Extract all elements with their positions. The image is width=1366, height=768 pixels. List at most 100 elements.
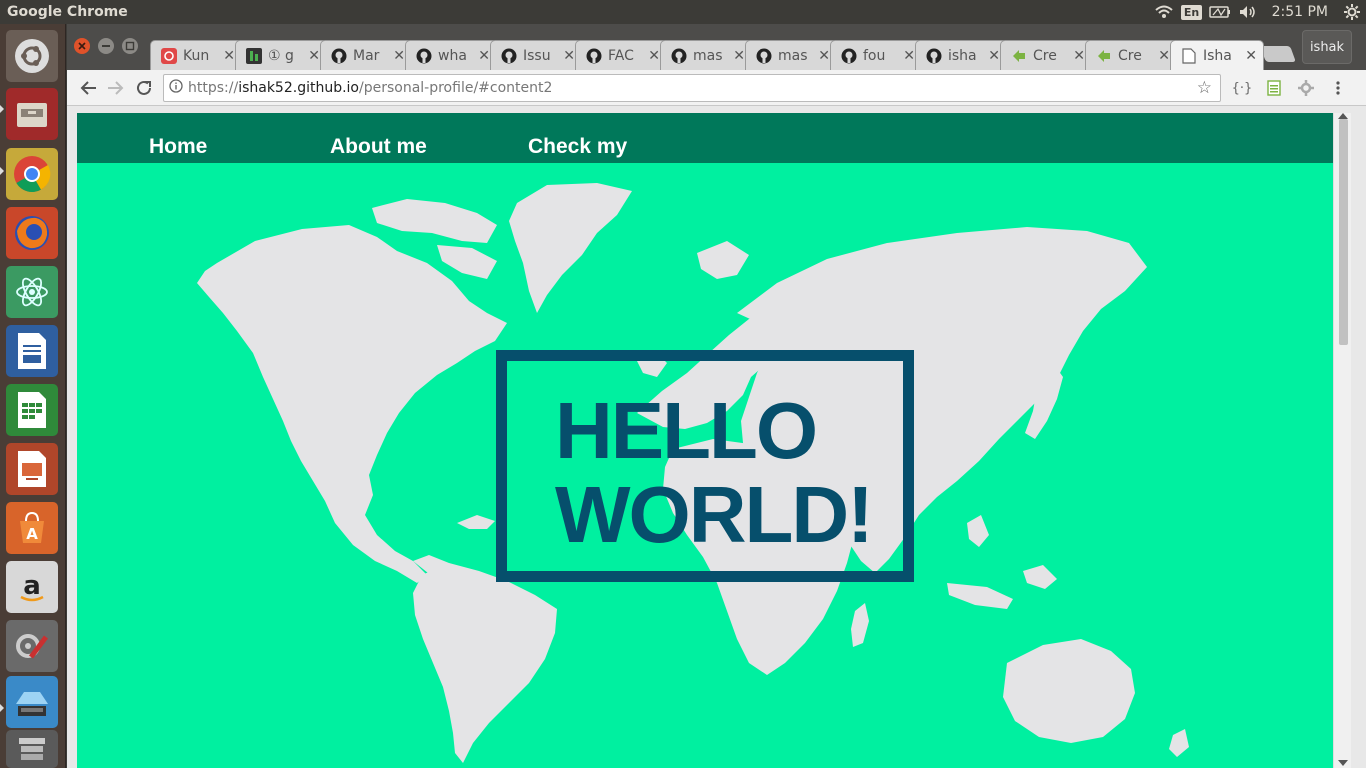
running-indicator — [0, 704, 4, 712]
clock[interactable]: 2:51 PM — [1262, 4, 1338, 20]
settings-extension-icon[interactable] — [1295, 78, 1317, 98]
document-icon — [1181, 47, 1197, 64]
browser-tab[interactable]: wha ✕ — [405, 40, 497, 70]
nav-link-home[interactable]: Home — [149, 135, 207, 159]
green-arrow-icon — [1011, 48, 1027, 64]
tab-close-icon[interactable]: ✕ — [903, 48, 915, 64]
tab-close-icon[interactable]: ✕ — [988, 48, 1000, 64]
back-arrow-icon[interactable] — [76, 76, 100, 100]
green-square-icon — [246, 47, 262, 64]
tab-label: fou — [863, 47, 886, 64]
browser-tab[interactable]: Cre ✕ — [1085, 40, 1177, 70]
chrome-icon[interactable] — [6, 148, 58, 200]
tab-close-icon[interactable]: ✕ — [308, 48, 320, 64]
system-settings-icon[interactable] — [6, 620, 58, 672]
browser-tab[interactable]: fou ✕ — [830, 40, 922, 70]
nav-link-check-my[interactable]: Check my — [528, 135, 627, 159]
amazon-icon[interactable]: a — [6, 561, 58, 613]
json-formatter-extension-icon[interactable]: {·} — [1231, 78, 1253, 98]
tab-close-icon[interactable]: ✕ — [478, 48, 490, 64]
system-top-panel: Google Chrome En 2:51 PM — [0, 0, 1366, 24]
active-app-title: Google Chrome — [7, 4, 128, 20]
wifi-icon[interactable] — [1150, 0, 1178, 24]
firefox-icon[interactable] — [6, 207, 58, 259]
nav-link-about-me[interactable]: About me — [330, 135, 427, 159]
github-icon — [416, 48, 432, 64]
libreoffice-impress-icon[interactable] — [6, 443, 58, 495]
keyboard-language-label: En — [1180, 4, 1203, 20]
tab-label: Mar — [353, 47, 380, 64]
browser-tab[interactable]: mas ✕ — [745, 40, 837, 70]
url-host: ishak52.github.io — [238, 80, 359, 96]
tab-label: FAC — [608, 47, 634, 64]
tab-label: ① g — [268, 47, 294, 64]
browser-tab[interactable]: mas ✕ — [660, 40, 752, 70]
tab-label: mas — [778, 47, 808, 64]
ubuntu-dash-icon[interactable] — [6, 30, 58, 82]
battery-icon[interactable] — [1206, 0, 1234, 24]
tab-close-icon[interactable]: ✕ — [648, 48, 660, 64]
tab-close-icon[interactable]: ✕ — [1073, 48, 1085, 64]
browser-tab[interactable]: isha ✕ — [915, 40, 1007, 70]
browser-toolbar: https://ishak52.github.io/personal-profi… — [67, 70, 1366, 106]
address-bar[interactable]: https://ishak52.github.io/personal-profi… — [163, 74, 1221, 102]
github-icon — [756, 48, 772, 64]
sheet-extension-icon[interactable] — [1263, 78, 1285, 98]
libreoffice-calc-icon[interactable] — [6, 384, 58, 436]
github-icon — [841, 48, 857, 64]
workspace-switcher-icon[interactable] — [6, 676, 58, 728]
browser-tab[interactable]: Cre ✕ — [1000, 40, 1092, 70]
tab-close-icon[interactable]: ✕ — [393, 48, 405, 64]
tab-label: Cre — [1033, 47, 1057, 64]
tab-close-icon[interactable]: ✕ — [1245, 48, 1257, 64]
volume-icon[interactable] — [1234, 0, 1262, 24]
atom-icon[interactable] — [6, 266, 58, 318]
trash-icon[interactable] — [6, 730, 58, 768]
hero-heading: HELLO WORLD! — [555, 386, 874, 559]
github-icon — [501, 48, 517, 64]
keyboard-language-indicator[interactable]: En — [1178, 0, 1206, 24]
tab-strip: Kun ✕ ① g ✕ Mar ✕ wha ✕ Issu ✕ FAC ✕ mas… — [67, 24, 1366, 70]
browser-tab[interactable]: ① g ✕ — [235, 40, 327, 70]
chrome-window: Kun ✕ ① g ✕ Mar ✕ wha ✕ Issu ✕ FAC ✕ mas… — [67, 24, 1366, 768]
tab-label: Cre — [1118, 47, 1142, 64]
tab-label: Issu — [523, 47, 551, 64]
system-menu-gear-icon[interactable] — [1338, 0, 1366, 24]
files-icon[interactable] — [6, 88, 58, 140]
browser-tab-active[interactable]: Isha ✕ — [1170, 40, 1264, 70]
tab-label: Kun — [183, 47, 210, 64]
browser-tab[interactable]: Issu ✕ — [490, 40, 582, 70]
github-icon — [926, 48, 942, 64]
site-info-icon[interactable] — [164, 79, 188, 97]
page-scrollbar[interactable] — [1333, 113, 1351, 768]
chrome-menu-icon[interactable] — [1327, 78, 1349, 98]
reload-icon[interactable] — [132, 76, 156, 100]
tab-close-icon[interactable]: ✕ — [733, 48, 745, 64]
close-window-button[interactable] — [74, 38, 90, 54]
forward-arrow-icon[interactable] — [104, 76, 128, 100]
launcher: A a — [0, 24, 66, 768]
bookmark-star-icon[interactable]: ☆ — [1197, 78, 1220, 98]
browser-tab[interactable]: Mar ✕ — [320, 40, 412, 70]
scroll-down-arrow-icon[interactable] — [1338, 760, 1348, 766]
tab-label: isha — [948, 47, 977, 64]
browser-tab[interactable]: Kun ✕ — [150, 40, 242, 70]
maximize-window-button[interactable] — [122, 38, 138, 54]
profile-button[interactable]: ishak — [1302, 30, 1352, 64]
browser-tab[interactable]: FAC ✕ — [575, 40, 667, 70]
new-tab-button[interactable] — [1260, 46, 1296, 62]
libreoffice-writer-icon[interactable] — [6, 325, 58, 377]
tab-close-icon[interactable]: ✕ — [818, 48, 830, 64]
scrollbar-thumb[interactable] — [1339, 119, 1348, 345]
tab-close-icon[interactable]: ✕ — [563, 48, 575, 64]
green-arrow-icon — [1096, 48, 1112, 64]
tab-label: Isha — [1203, 47, 1232, 64]
svg-text:a: a — [23, 571, 41, 601]
svg-text:A: A — [26, 525, 38, 543]
minimize-window-button[interactable] — [98, 38, 114, 54]
github-icon — [331, 48, 347, 64]
software-center-icon[interactable]: A — [6, 502, 58, 554]
tab-close-icon[interactable]: ✕ — [1158, 48, 1170, 64]
github-icon — [671, 48, 687, 64]
tab-close-icon[interactable]: ✕ — [223, 48, 235, 64]
